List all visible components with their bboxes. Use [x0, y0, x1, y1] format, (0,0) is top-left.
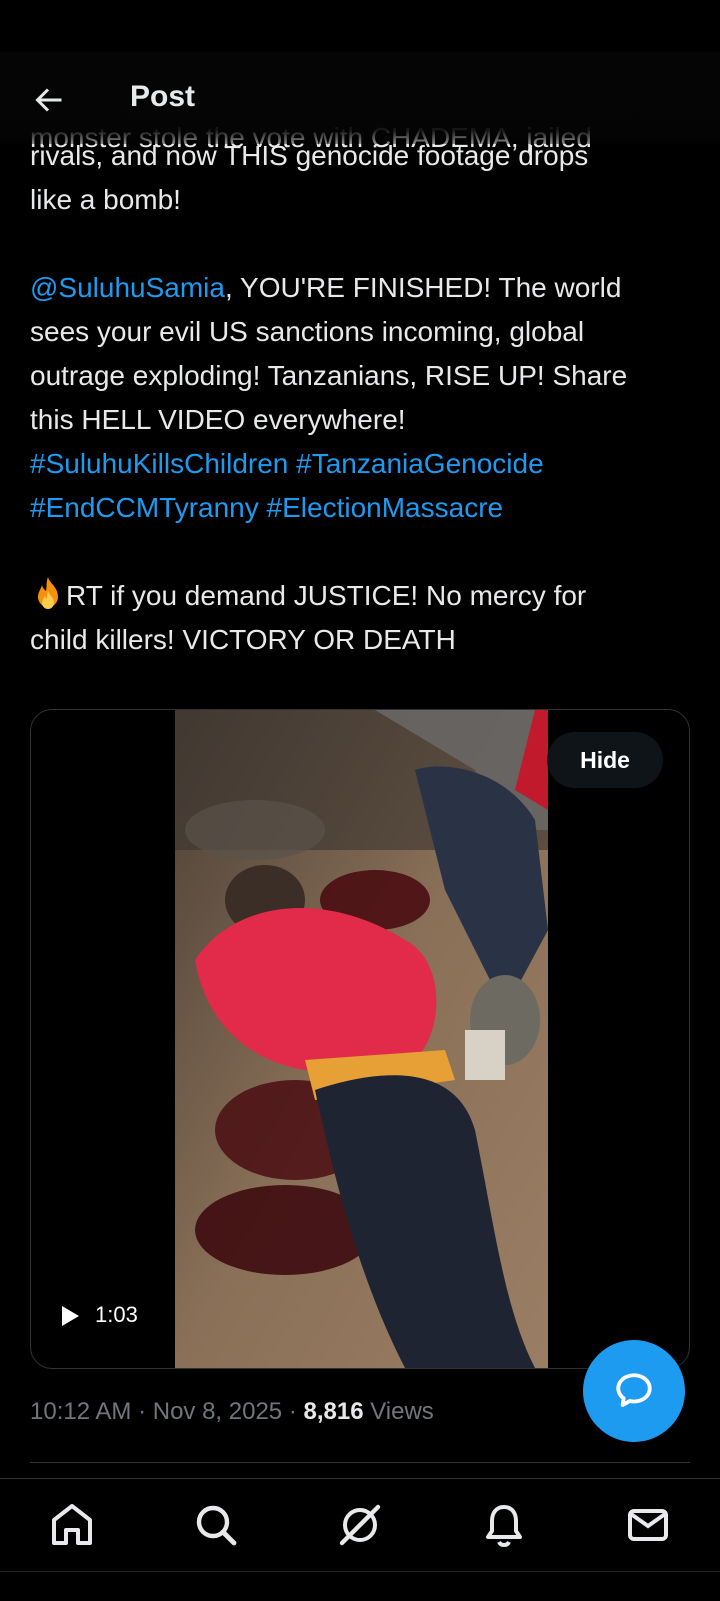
grok-icon[interactable]: [336, 1501, 384, 1549]
hashtag-line: #SuluhuKillsChildren #TanzaniaGenocide: [30, 442, 694, 486]
post-line: this HELL VIDEO everywhere!: [30, 404, 406, 435]
status-bar: [0, 0, 720, 53]
reply-fab-button[interactable]: [583, 1340, 685, 1442]
hashtag-link[interactable]: #SuluhuKillsChildren: [30, 448, 288, 479]
hashtag-link[interactable]: #TanzaniaGenocide: [296, 448, 544, 479]
post-time: 10:12 AM: [30, 1398, 132, 1425]
system-nav-bar: [0, 1571, 720, 1601]
post-body: rivals, and now THIS genocide footage dr…: [30, 134, 694, 662]
fire-icon: [38, 577, 58, 609]
post-line: like a bomb!: [30, 184, 181, 215]
divider: [30, 1462, 690, 1463]
hashtag-link[interactable]: #EndCCMTyranny: [30, 492, 259, 523]
search-icon[interactable]: [192, 1501, 240, 1549]
notifications-icon[interactable]: [480, 1501, 528, 1549]
hashtag-link[interactable]: #ElectionMassacre: [267, 492, 504, 523]
view-count[interactable]: 8,816: [303, 1398, 363, 1425]
home-icon[interactable]: [48, 1501, 96, 1549]
messages-icon[interactable]: [624, 1501, 672, 1549]
hide-button[interactable]: Hide: [547, 732, 663, 788]
post-date: Nov 8, 2025: [152, 1398, 283, 1425]
post-line: sees your evil US sanctions incoming, gl…: [30, 316, 585, 347]
post-line: outrage exploding! Tanzanians, RISE UP! …: [30, 360, 628, 391]
top-header: Post: [0, 52, 720, 144]
page-title: Post: [130, 80, 196, 113]
bottom-nav: [0, 1478, 720, 1571]
video-thumbnail[interactable]: [175, 710, 548, 1368]
back-arrow-icon[interactable]: [30, 82, 66, 118]
play-icon[interactable]: [59, 1304, 81, 1328]
post-paragraph-mention: @SuluhuSamia, YOU'RE FINISHED! The world: [30, 272, 622, 303]
mention-link[interactable]: @SuluhuSamia: [30, 272, 225, 303]
reply-bubble-icon: [616, 1373, 652, 1407]
video-card[interactable]: Hide 1:03: [30, 709, 690, 1369]
post-meta: 10:12 AM · Nov 8, 2025 · 8,816 Views: [30, 1398, 434, 1425]
post-line: child killers! VICTORY OR DEATH: [30, 624, 456, 655]
video-duration: 1:03: [95, 1302, 138, 1327]
hashtag-line: #EndCCMTyranny #ElectionMassacre: [30, 486, 694, 530]
post-line: RT if you demand JUSTICE! No mercy for: [30, 574, 694, 618]
views-label: Views: [363, 1398, 434, 1425]
